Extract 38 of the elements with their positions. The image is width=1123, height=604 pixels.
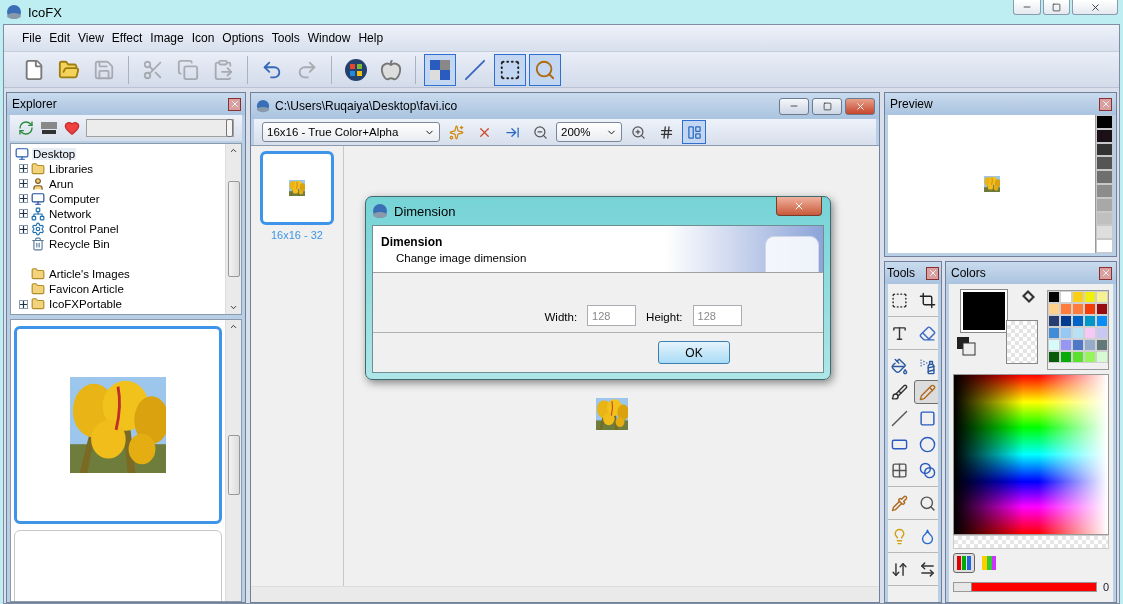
tree-item[interactable]: Computer	[48, 192, 101, 205]
document-title: C:\Users\Ruqaiya\Desktop\favi.ico	[275, 99, 458, 113]
menu-item[interactable]: Help	[354, 31, 388, 45]
format-dropdown[interactable]: 16x16 - True Color+Alpha	[262, 122, 440, 142]
panel-title: Preview	[890, 97, 933, 111]
slider-value: 0	[1102, 581, 1109, 593]
tree-item[interactable]: Recycle Bin	[48, 238, 111, 251]
ok-button[interactable]: OK	[658, 341, 730, 364]
menu-item[interactable]: Window	[303, 31, 355, 45]
tree-item[interactable]: Libraries	[48, 162, 95, 175]
width-field[interactable]: 128	[587, 305, 637, 326]
menu-item[interactable]: Options	[218, 31, 268, 45]
panel-title: Explorer	[12, 97, 57, 111]
menu-item[interactable]: Image	[146, 31, 188, 45]
menu-item[interactable]: File	[18, 31, 46, 45]
panel-title: Colors	[951, 266, 986, 280]
panel-title: Tools	[887, 266, 915, 280]
tree-item[interactable]: Article's Images	[48, 268, 131, 281]
tree-item[interactable]: IcoFXPortable	[48, 298, 123, 311]
tree-item[interactable]: Desktop	[32, 147, 77, 160]
field-label: Width:	[544, 311, 578, 323]
zoom-dropdown[interactable]: 200%	[556, 122, 622, 142]
height-field[interactable]: 128	[692, 305, 742, 326]
menu-item[interactable]: View	[74, 31, 108, 45]
tree-item[interactable]: Favicon Article	[48, 283, 125, 296]
menu-item[interactable]: Effect	[107, 31, 147, 45]
field-label: Height:	[646, 311, 683, 323]
menu-item[interactable]: Icon	[187, 31, 219, 45]
tree-item[interactable]: Network	[48, 207, 93, 220]
tree-item[interactable]: Control Panel	[48, 223, 120, 235]
dialog-subtitle: Change image dimension	[395, 252, 527, 264]
menu-item[interactable]: Tools	[267, 31, 304, 45]
tree-item[interactable]: Arun	[48, 177, 75, 190]
dialog-heading: Dimension	[381, 235, 444, 249]
thumbnail-label: 16x16 - 32	[271, 229, 323, 241]
window-title: IcoFX	[28, 4, 62, 20]
dialog-title: Dimension	[394, 203, 456, 219]
menu-item[interactable]: Edit	[45, 31, 75, 45]
